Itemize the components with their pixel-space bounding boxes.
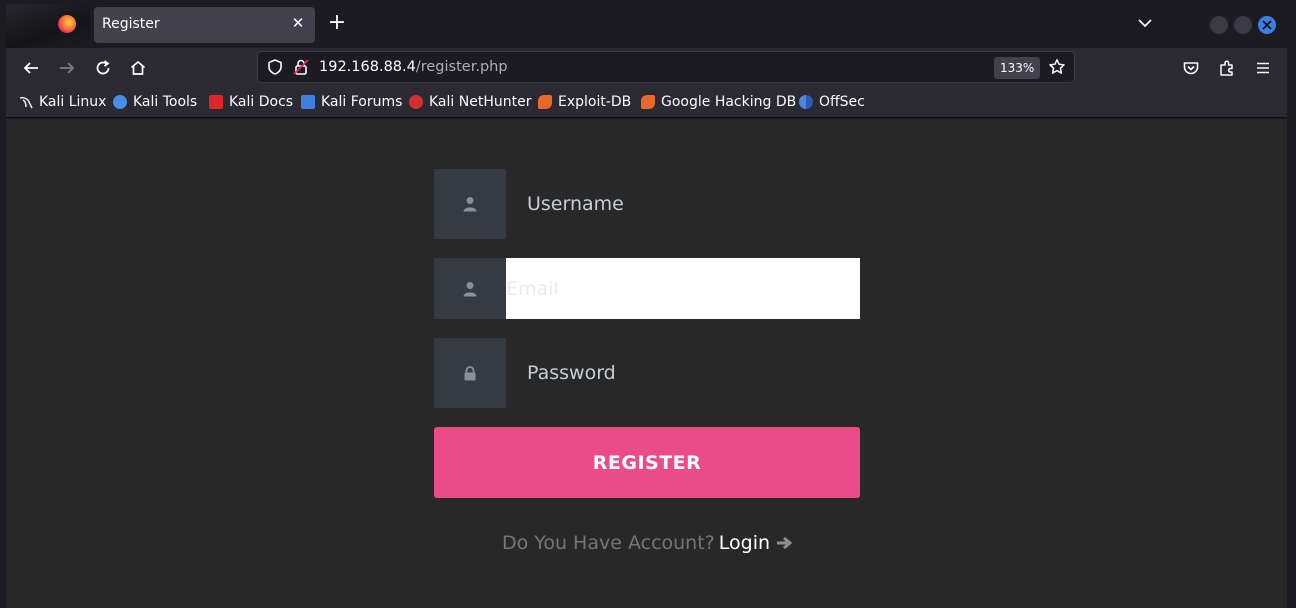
tracking-shield-icon[interactable]: [266, 58, 284, 80]
login-link[interactable]: Login: [719, 532, 770, 554]
user-icon: [463, 281, 477, 296]
tab-strip: Register ✕ +: [0, 0, 1296, 48]
bookmark-label: OffSec: [819, 94, 865, 110]
list-all-tabs-icon[interactable]: [1135, 13, 1155, 33]
hamburger-menu-icon[interactable]: [1251, 56, 1275, 80]
bookmark-label: Google Hacking DB: [661, 94, 797, 110]
insecure-lock-icon[interactable]: [292, 58, 310, 80]
bookmark-kali-forums[interactable]: Kali Forums: [301, 94, 402, 110]
username-input[interactable]: [506, 169, 860, 239]
url-path: /register.php: [415, 59, 508, 75]
password-lock-icon-box: [434, 338, 506, 408]
firefox-logo-icon: [58, 15, 76, 33]
bookmark-label: Kali Linux: [39, 94, 107, 110]
bookmark-kali-tools[interactable]: Kali Tools: [113, 94, 197, 110]
desktop-wallpaper-corner: [6, 4, 90, 48]
exploit-db-icon: [538, 95, 552, 109]
url-text[interactable]: 192.168.88.4/register.php: [319, 59, 508, 75]
bookmark-label: Exploit-DB: [558, 94, 632, 110]
kali-docs-icon: [209, 95, 223, 109]
bookmark-star-icon[interactable]: [1048, 58, 1066, 80]
kali-tools-icon: [113, 95, 127, 109]
email-row: [434, 258, 860, 319]
kali-forums-icon: [301, 95, 315, 109]
tab-close-icon[interactable]: ✕: [289, 14, 307, 32]
password-row: [434, 338, 860, 408]
email-input[interactable]: [506, 258, 860, 319]
bookmark-label: Kali Docs: [229, 94, 294, 110]
window-maximize-button[interactable]: [1234, 16, 1252, 34]
new-tab-icon[interactable]: +: [326, 11, 348, 35]
bookmark-google-hacking-db[interactable]: Google Hacking DB: [641, 94, 796, 110]
register-button[interactable]: REGISTER: [434, 427, 860, 498]
reload-icon[interactable]: [91, 56, 115, 80]
offsec-icon: [799, 95, 813, 109]
window-close-button[interactable]: [1258, 16, 1276, 34]
kali-dragon-icon: [19, 95, 33, 109]
tab-title: Register: [102, 16, 160, 32]
back-arrow-icon[interactable]: [19, 56, 43, 80]
navigation-toolbar: 192.168.88.4/register.php 133%: [6, 48, 1287, 88]
forward-arrow-icon[interactable]: [55, 56, 79, 80]
bookmark-offsec[interactable]: OffSec: [799, 94, 865, 110]
lock-icon: [464, 365, 476, 380]
bookmark-label: Kali Forums: [321, 94, 403, 110]
pocket-icon[interactable]: [1179, 56, 1203, 80]
address-bar[interactable]: 192.168.88.4/register.php 133%: [257, 51, 1075, 83]
email-user-icon-box: [434, 258, 506, 319]
login-prompt: Do You Have Account? Login: [434, 532, 860, 555]
bookmark-label: Kali NetHunter: [429, 94, 532, 110]
bookmark-kali-nethunter[interactable]: Kali NetHunter: [409, 94, 531, 110]
page-content: REGISTER Do You Have Account?Login: [6, 119, 1287, 608]
home-icon[interactable]: [126, 56, 150, 80]
login-question: Do You Have Account?: [501, 532, 715, 554]
kali-nethunter-icon: [409, 95, 423, 109]
username-user-icon-box: [434, 169, 506, 239]
username-row: [434, 169, 860, 239]
password-input[interactable]: [506, 338, 860, 408]
ghdb-icon: [641, 95, 655, 109]
url-host: 192.168.88.4: [319, 59, 416, 75]
tab-register[interactable]: Register ✕: [94, 7, 315, 43]
bookmark-exploit-db[interactable]: Exploit-DB: [538, 94, 631, 110]
window-frame-right: [1287, 48, 1296, 608]
bookmark-kali-docs[interactable]: Kali Docs: [209, 94, 293, 110]
user-icon: [463, 197, 477, 212]
bookmark-label: Kali Tools: [133, 94, 198, 110]
bookmarks-toolbar: Kali Linux Kali Tools Kali Docs Kali For…: [6, 88, 1287, 118]
extensions-icon[interactable]: [1215, 56, 1239, 80]
arrow-right-icon[interactable]: [776, 533, 793, 555]
bookmark-kali-linux[interactable]: Kali Linux: [19, 94, 106, 110]
zoom-level-button[interactable]: 133%: [994, 57, 1041, 79]
window-minimize-button[interactable]: [1210, 16, 1228, 34]
